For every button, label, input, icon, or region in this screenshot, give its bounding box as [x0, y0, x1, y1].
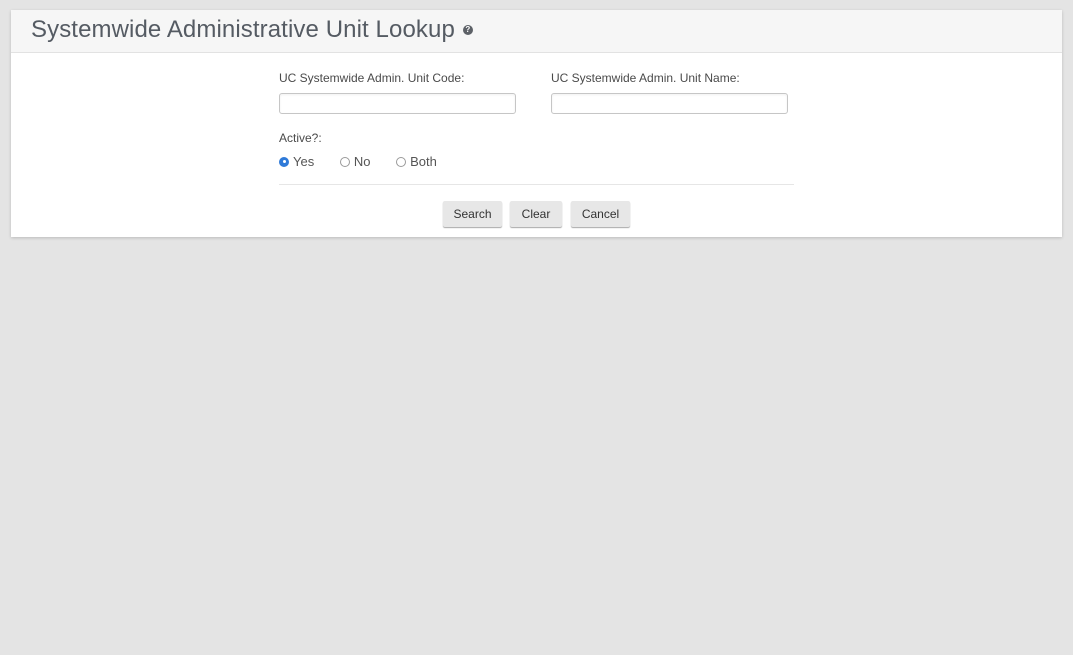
radio-button-yes[interactable]	[279, 156, 289, 167]
radio-option-yes[interactable]: Yes	[279, 154, 314, 169]
page-title: Systemwide Administrative Unit Lookup?	[31, 16, 473, 44]
radio-button-both[interactable]	[396, 156, 407, 167]
unit-code-label: UC Systemwide Admin. Unit Code:	[279, 71, 465, 85]
page-title-text: Systemwide Administrative Unit Lookup	[31, 16, 455, 43]
radio-label-both: Both	[410, 154, 437, 169]
search-button[interactable]: Search	[443, 201, 502, 227]
question-circle-icon[interactable]: ?	[462, 24, 473, 35]
form-divider	[279, 184, 794, 185]
active-radio-group: Yes No Both	[279, 154, 459, 169]
unit-name-label: UC Systemwide Admin. Unit Name:	[551, 71, 740, 85]
cancel-button[interactable]: Cancel	[571, 201, 630, 227]
radio-label-yes: Yes	[293, 154, 315, 169]
unit-name-input[interactable]	[551, 93, 788, 114]
radio-option-both[interactable]: Both	[396, 154, 437, 169]
clear-button[interactable]: Clear	[510, 201, 562, 227]
radio-button-no[interactable]	[339, 156, 350, 167]
lookup-panel: Systemwide Administrative Unit Lookup? U…	[11, 10, 1062, 237]
active-label: Active?:	[279, 131, 322, 145]
unit-code-input[interactable]	[279, 93, 516, 114]
panel-header: Systemwide Administrative Unit Lookup?	[11, 10, 1062, 53]
radio-label-no: No	[353, 154, 371, 169]
radio-option-no[interactable]: No	[339, 154, 371, 169]
